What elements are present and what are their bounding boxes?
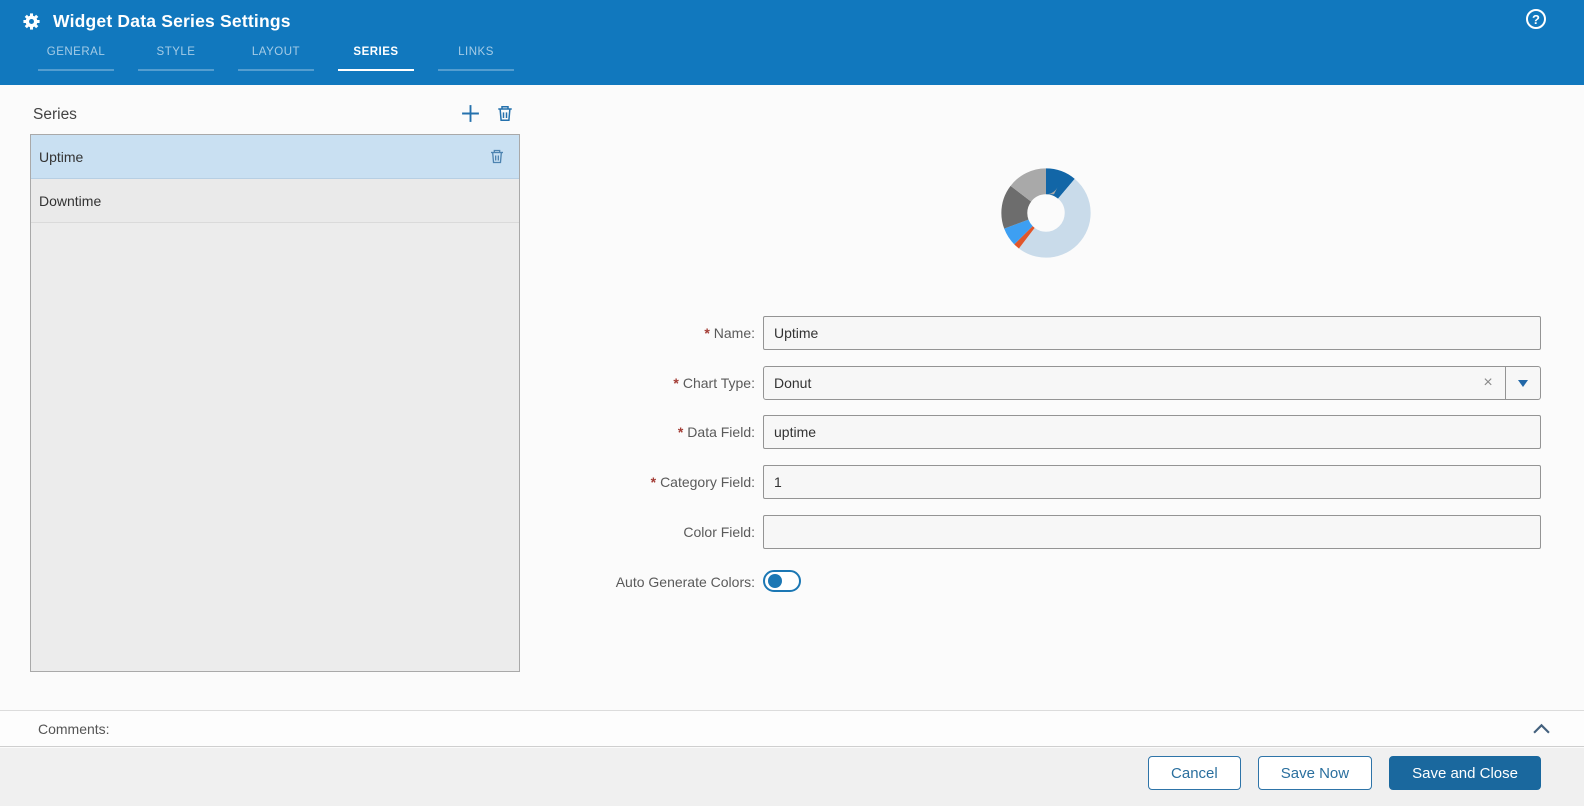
trash-icon (496, 104, 514, 123)
chart-type-value: Donut (764, 375, 1471, 391)
category-field-label: *Category Field: (425, 474, 755, 490)
clear-selection-button[interactable]: × (1471, 374, 1505, 392)
save-now-button[interactable]: Save Now (1258, 756, 1372, 790)
tab-bar: GENERAL STYLE LAYOUT SERIES LINKS (38, 46, 538, 71)
required-asterisk: * (673, 375, 678, 391)
donut-chart-preview (998, 165, 1094, 261)
widget-data-series-settings-dialog: Widget Data Series Settings ? GENERAL ST… (0, 0, 1584, 806)
help-button[interactable]: ? (1526, 9, 1546, 29)
page-title: Widget Data Series Settings (53, 11, 291, 32)
auto-generate-colors-toggle[interactable] (763, 570, 801, 592)
auto-generate-colors-label: Auto Generate Colors: (425, 574, 755, 590)
series-list: Uptime Downtime (30, 134, 520, 672)
dropdown-button[interactable] (1506, 380, 1540, 387)
chart-type-combobox[interactable]: Donut × (763, 366, 1541, 400)
plus-icon (460, 103, 481, 124)
series-item-label: Uptime (39, 149, 83, 165)
gear-icon (22, 12, 41, 31)
series-item-uptime[interactable]: Uptime (31, 135, 519, 179)
chevron-down-icon (1518, 380, 1528, 387)
cancel-button[interactable]: Cancel (1148, 756, 1241, 790)
trash-icon (489, 148, 505, 165)
category-field-input[interactable] (763, 465, 1541, 499)
series-toolbar (30, 103, 520, 124)
delete-series-item-button[interactable] (489, 148, 505, 165)
x-icon: × (1483, 374, 1492, 391)
toggle-knob (768, 574, 782, 588)
chart-type-field-label: *Chart Type: (425, 375, 755, 391)
tab-general[interactable]: GENERAL (38, 46, 114, 71)
chevron-up-icon (1533, 723, 1550, 734)
name-input[interactable] (763, 316, 1541, 350)
question-icon: ? (1532, 12, 1540, 27)
delete-series-button[interactable] (496, 104, 514, 123)
add-series-button[interactable] (460, 103, 481, 124)
save-and-close-button[interactable]: Save and Close (1389, 756, 1541, 790)
data-field-label: *Data Field: (425, 424, 755, 440)
footer-bar: Cancel Save Now Save and Close (0, 748, 1584, 806)
series-item-downtime[interactable]: Downtime (31, 179, 519, 223)
comments-label: Comments: (38, 721, 110, 737)
name-field-label: *Name: (425, 325, 755, 341)
tab-links[interactable]: LINKS (438, 46, 514, 71)
tab-style[interactable]: STYLE (138, 46, 214, 71)
comments-bar: Comments: (0, 710, 1584, 747)
collapse-comments-button[interactable] (1533, 723, 1550, 734)
color-field-label: Color Field: (425, 524, 755, 540)
header-bar: Widget Data Series Settings ? GENERAL ST… (0, 0, 1584, 85)
tab-series[interactable]: SERIES (338, 46, 414, 71)
color-field-input[interactable] (763, 515, 1541, 549)
series-item-label: Downtime (39, 193, 101, 209)
required-asterisk: * (704, 325, 709, 341)
required-asterisk: * (651, 474, 656, 490)
required-asterisk: * (678, 424, 683, 440)
tab-layout[interactable]: LAYOUT (238, 46, 314, 71)
data-field-input[interactable] (763, 415, 1541, 449)
